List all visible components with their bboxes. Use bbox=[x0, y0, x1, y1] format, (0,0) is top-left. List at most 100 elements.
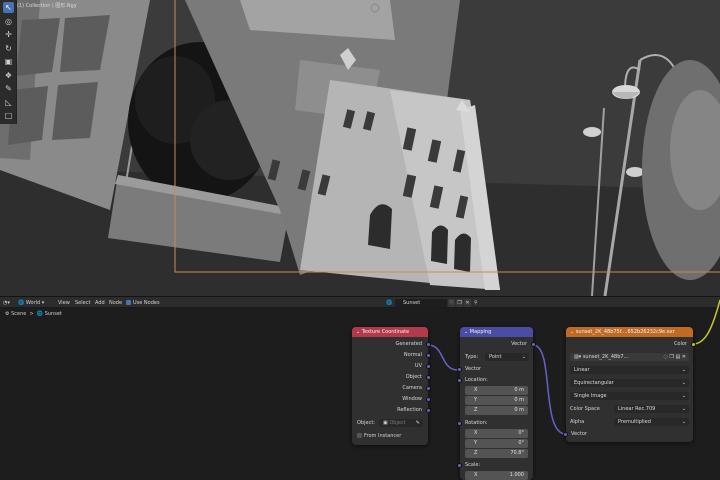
scale-x-field[interactable]: X 1.000 bbox=[465, 471, 528, 480]
axis-label: X bbox=[474, 472, 478, 478]
location-input-socket[interactable] bbox=[457, 378, 462, 383]
vector-output-label: Vector bbox=[511, 341, 527, 347]
image-datablock-field[interactable]: ▨▾ sunset_2K_48b7... ◌ ❐ ▤ ✕ bbox=[570, 353, 689, 361]
type-dropdown[interactable]: Point ⌄ bbox=[485, 353, 529, 361]
environment-texture-node[interactable]: ⌄ sunset_2K_48b75f....652b26232c9e.exr C… bbox=[563, 327, 696, 442]
location-label: Location: bbox=[465, 377, 488, 383]
transform-icon[interactable]: ❖ bbox=[3, 70, 14, 81]
unlink-icon[interactable]: ✕ bbox=[464, 299, 471, 307]
3d-viewport[interactable]: ↖ ◎ ✛ ↻ ▣ ❖ ✎ ◺ □ (1) Collection | 图形.Ngy bbox=[0, 0, 720, 296]
cursor-icon[interactable]: ◎ bbox=[3, 16, 14, 27]
image-browse-icon[interactable]: ▨▾ bbox=[574, 354, 581, 360]
scale-input-socket[interactable] bbox=[457, 463, 462, 468]
use-nodes-checkbox[interactable]: Use Nodes bbox=[126, 299, 160, 307]
node-header[interactable]: ⌄ Texture Coordinate bbox=[352, 327, 428, 337]
world-name-field[interactable]: Sunset bbox=[395, 299, 447, 307]
mapping-node[interactable]: ⌄ Mapping Vector Type: Point ⌄ Vector Lo… bbox=[457, 327, 536, 480]
alpha-dropdown[interactable]: Premultiplied ⌄ bbox=[614, 418, 689, 426]
from-instancer-checkbox[interactable]: From Instancer bbox=[357, 432, 401, 440]
rotate-icon[interactable]: ↻ bbox=[3, 43, 14, 54]
output-socket-camera[interactable] bbox=[426, 386, 431, 391]
pin-icon[interactable]: ⚲ bbox=[474, 299, 478, 307]
color-space-label: Color Space bbox=[570, 406, 600, 412]
rotation-x-field[interactable]: X 0° bbox=[465, 429, 528, 438]
node-header[interactable]: ⌄ sunset_2K_48b75f....652b26232c9e.exr bbox=[566, 327, 693, 337]
measure-icon[interactable]: ◺ bbox=[3, 97, 14, 108]
shader-type-dropdown[interactable]: 🌐 World ▾ bbox=[18, 299, 44, 307]
object-field[interactable]: ▣ Object ✎ bbox=[379, 419, 423, 427]
vector-input-socket[interactable] bbox=[457, 367, 462, 372]
source-dropdown[interactable]: Single Image ⌄ bbox=[570, 392, 689, 400]
node-header[interactable]: ⌄ Mapping bbox=[460, 327, 533, 337]
axis-value: 0° bbox=[518, 440, 524, 446]
menu-select[interactable]: Select bbox=[75, 299, 90, 307]
axis-value: 0° bbox=[518, 430, 524, 436]
add-cube-icon[interactable]: □ bbox=[3, 110, 14, 121]
node-editor-icon[interactable]: ◔▾ bbox=[3, 299, 10, 307]
location-y-field[interactable]: Y 0 m bbox=[465, 396, 528, 405]
image-buttons[interactable]: ◌ ❐ ▤ ✕ bbox=[663, 353, 686, 361]
world-icon: 🌐 bbox=[18, 300, 25, 306]
checkbox-checked-icon bbox=[126, 300, 131, 305]
vector-output-socket[interactable] bbox=[531, 342, 536, 347]
menu-node[interactable]: Node bbox=[109, 299, 122, 307]
alpha-value: Premultiplied bbox=[618, 419, 651, 425]
location-x-field[interactable]: X 0 m bbox=[465, 386, 528, 395]
breadcrumb-scene: Scene bbox=[11, 311, 27, 317]
output-socket-uv[interactable] bbox=[426, 364, 431, 369]
vector-input-socket[interactable] bbox=[563, 432, 568, 437]
location-z-field[interactable]: Z 0 m bbox=[465, 406, 528, 415]
move-icon[interactable]: ✛ bbox=[3, 29, 14, 40]
eyedropper-icon[interactable]: ✎ bbox=[416, 419, 420, 427]
source-value: Single Image bbox=[574, 393, 607, 399]
texture-coordinate-node[interactable]: ⌄ Texture Coordinate Generated Normal UV Ob… bbox=[352, 327, 431, 445]
scale-icon[interactable]: ▣ bbox=[3, 56, 14, 67]
shader-type-label: World bbox=[25, 300, 41, 306]
output-socket-normal[interactable] bbox=[426, 353, 431, 358]
projection-dropdown[interactable]: Equirectangular ⌄ bbox=[570, 379, 689, 387]
rotation-input-socket[interactable] bbox=[457, 421, 462, 426]
from-instancer-label: From Instancer bbox=[364, 433, 402, 439]
collapse-chevron-icon[interactable]: ⌄ bbox=[356, 329, 360, 335]
color-output-label: Color bbox=[673, 341, 687, 347]
object-placeholder: Object bbox=[389, 420, 406, 426]
output-socket-object[interactable] bbox=[426, 375, 431, 380]
collapse-chevron-icon[interactable]: ⌄ bbox=[464, 329, 468, 335]
checkbox-icon bbox=[357, 433, 362, 438]
output-label-reflection: Reflection bbox=[397, 407, 422, 413]
output-socket-generated[interactable] bbox=[426, 342, 431, 347]
rotation-z-field[interactable]: Z 70.8° bbox=[465, 449, 528, 458]
axis-label: X bbox=[474, 430, 478, 436]
collapse-chevron-icon[interactable]: ⌄ bbox=[570, 329, 574, 335]
world-icon: 🌐 bbox=[36, 311, 44, 317]
object-cube-icon: ▣ bbox=[383, 420, 388, 426]
breadcrumb: ⚙ Scene > 🌐 Sunset bbox=[5, 311, 62, 317]
annotate-icon[interactable]: ✎ bbox=[3, 83, 14, 94]
axis-value: 70.8° bbox=[510, 450, 524, 456]
scale-label: Scale: bbox=[465, 462, 481, 468]
color-space-dropdown[interactable]: Linear Rec.709 ⌄ bbox=[614, 405, 689, 413]
fake-user-icon[interactable]: ♡ bbox=[448, 299, 455, 307]
link-mapping-texture bbox=[532, 344, 567, 435]
color-output-socket[interactable] bbox=[691, 342, 696, 347]
menu-add[interactable]: Add bbox=[95, 299, 105, 307]
axis-value: 1.000 bbox=[509, 472, 524, 478]
output-socket-reflection[interactable] bbox=[426, 408, 431, 413]
output-socket-window[interactable] bbox=[426, 397, 431, 402]
node-title: sunset_2K_48b75f....652b26232c9e.exr bbox=[575, 329, 675, 335]
axis-value: 0 m bbox=[514, 397, 524, 403]
output-label-uv: UV bbox=[414, 363, 422, 369]
tweak-icon[interactable]: ↖ bbox=[3, 2, 14, 13]
rotation-y-field[interactable]: Y 0° bbox=[465, 439, 528, 448]
node-editor-header: ◔▾ 🌐 World ▾ View Select Add Node Use No… bbox=[0, 296, 720, 308]
output-label-object: Object bbox=[405, 374, 422, 380]
menu-view[interactable]: View bbox=[58, 299, 70, 307]
world-browse-icon[interactable]: 🌐 bbox=[386, 299, 392, 307]
image-name: sunset_2K_48b7... bbox=[582, 354, 629, 360]
interpolation-dropdown[interactable]: Linear ⌄ bbox=[570, 366, 689, 374]
vector-input-label: Vector bbox=[571, 431, 587, 437]
axis-value: 0 m bbox=[514, 407, 524, 413]
chevron-down-icon: ⌄ bbox=[681, 419, 686, 425]
axis-label: Y bbox=[474, 440, 478, 446]
duplicate-icon[interactable]: ❐ bbox=[456, 299, 463, 307]
